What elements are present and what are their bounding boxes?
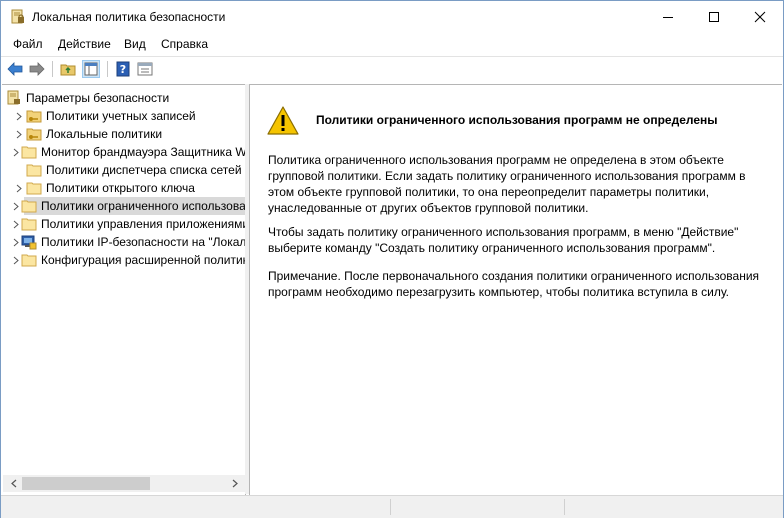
folder-icon — [26, 182, 42, 195]
expand-chevron-icon[interactable] — [13, 125, 24, 143]
tree-item-software-restriction-policies[interactable]: Политики ограниченного использования про… — [13, 197, 246, 215]
status-separator — [564, 499, 565, 515]
expand-placeholder — [13, 161, 24, 179]
help-icon: ? — [116, 61, 130, 77]
tree-item-application-control-policies[interactable]: Политики управления приложениями — [2, 215, 245, 233]
menu-view[interactable]: Вид — [124, 37, 146, 51]
tree-item-account-policies[interactable]: Политики учетных записей — [2, 107, 245, 125]
menu-bar: Файл Действие Вид Справка — [1, 33, 783, 55]
tree-item-label: Политики диспетчера списка сетей — [46, 163, 242, 177]
tree-item-label: Политики управления приложениями — [41, 217, 246, 231]
back-button[interactable] — [6, 60, 24, 78]
scroll-left-button[interactable] — [5, 475, 22, 492]
properties-icon — [137, 62, 153, 76]
title-bar[interactable]: Локальная политика безопасности — [1, 1, 783, 33]
expand-chevron-icon[interactable] — [13, 197, 19, 215]
tree-item-label: Политики ограниченного использования про… — [41, 199, 246, 213]
tree-item-label: Конфигурация расширенной политики аудита — [41, 253, 245, 267]
tree-item-label: Политики учетных записей — [46, 109, 196, 123]
menu-file[interactable]: Файл — [13, 37, 43, 51]
chevron-left-icon — [10, 479, 16, 488]
tree-item-network-list-policies[interactable]: Политики диспетчера списка сетей — [2, 161, 245, 179]
scroll-right-button[interactable] — [226, 475, 243, 492]
toolbar-separator — [52, 61, 53, 77]
minimize-button[interactable] — [645, 1, 691, 33]
scroll-thumb[interactable] — [22, 477, 150, 490]
tree-item-label: Монитор брандмауэра Защитника Windows — [41, 145, 246, 159]
maximize-icon — [709, 12, 719, 22]
svg-text:?: ? — [120, 63, 126, 76]
close-icon — [754, 11, 766, 23]
console-tree: Параметры безопасности Политики учетных … — [2, 84, 246, 496]
content-paragraph-1: Политика ограниченного использования про… — [268, 153, 746, 215]
expand-chevron-icon[interactable] — [13, 179, 24, 197]
maximize-button[interactable] — [691, 1, 737, 33]
tree-item-label: Политики IP-безопасности на "Локальный к… — [41, 235, 246, 249]
folder-icon — [26, 164, 42, 177]
tree-item-firewall-monitor[interactable]: Монитор брандмауэра Защитника Windows — [2, 143, 245, 161]
folder-icon — [21, 218, 37, 231]
expand-chevron-icon[interactable] — [13, 233, 19, 251]
tree-item-public-key-policies[interactable]: Политики открытого ключа — [2, 179, 245, 197]
window-title: Локальная политика безопасности — [32, 10, 226, 24]
tree-item-label: Политики открытого ключа — [46, 181, 195, 195]
menu-help[interactable]: Справка — [161, 37, 208, 51]
tree-root-label: Параметры безопасности — [26, 91, 170, 105]
folder-key-icon — [26, 110, 42, 123]
tree-item-advanced-audit-policy[interactable]: Конфигурация расширенной политики аудита — [2, 251, 245, 269]
warning-icon — [267, 106, 299, 135]
content-paragraph-3: Примечание. После первоначального создан… — [268, 269, 760, 299]
expand-chevron-icon[interactable] — [13, 215, 19, 233]
toolbar: ? — [1, 56, 783, 82]
folder-up-icon — [60, 64, 76, 76]
minimize-icon — [663, 17, 673, 18]
up-level-button[interactable] — [59, 60, 77, 78]
content-paragraph-2: Чтобы задать политику ограниченного испо… — [268, 225, 739, 255]
forward-button[interactable] — [28, 60, 46, 78]
security-policy-icon — [11, 9, 24, 24]
expand-chevron-icon[interactable] — [13, 143, 19, 161]
back-arrow-icon — [7, 62, 23, 76]
folder-icon — [21, 200, 37, 213]
tree-root-security-settings[interactable]: Параметры безопасности — [6, 89, 169, 107]
properties-button[interactable] — [136, 60, 154, 78]
folder-key-icon — [26, 128, 42, 141]
status-bar — [1, 495, 783, 518]
app-window: Локальная политика безопасности Файл Дей… — [0, 0, 784, 518]
close-button[interactable] — [737, 1, 783, 33]
folder-icon — [21, 254, 37, 267]
folder-icon — [21, 146, 37, 159]
horizontal-scrollbar[interactable] — [3, 475, 245, 492]
tree-item-label: Локальные политики — [46, 127, 163, 141]
status-separator — [390, 499, 391, 515]
ipsec-icon — [21, 235, 37, 250]
toolbar-separator — [107, 61, 108, 77]
details-pane: Политики ограниченного использования про… — [249, 84, 782, 496]
show-hide-tree-button[interactable] — [82, 60, 100, 78]
console-tree-icon — [84, 62, 98, 76]
tree-item-ipsec-policies[interactable]: Политики IP-безопасности на "Локальный к… — [2, 233, 245, 251]
help-button[interactable]: ? — [114, 60, 132, 78]
security-settings-icon — [7, 90, 20, 105]
content-heading: Политики ограниченного использования про… — [316, 113, 718, 127]
forward-arrow-icon — [29, 62, 45, 76]
menu-action[interactable]: Действие — [58, 37, 111, 51]
tree-item-local-policies[interactable]: Локальные политики — [2, 125, 245, 143]
chevron-right-icon — [232, 479, 238, 488]
expand-chevron-icon[interactable] — [13, 107, 24, 125]
expand-chevron-icon[interactable] — [13, 251, 19, 269]
